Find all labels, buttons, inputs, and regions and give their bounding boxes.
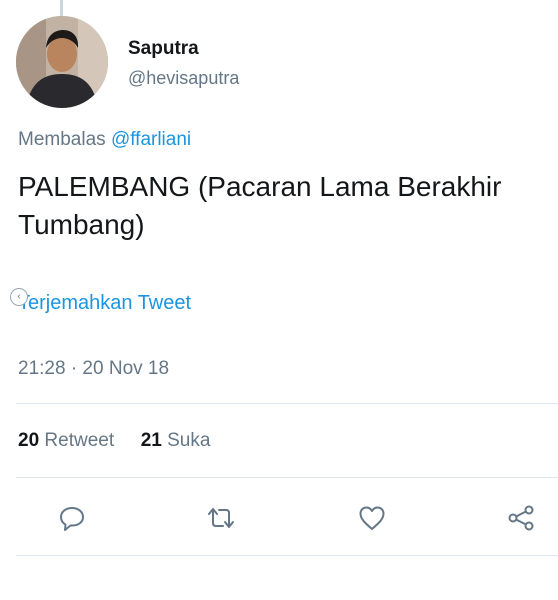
retweets-stat[interactable]: 20 Retweet [18, 430, 119, 451]
retweets-label: Retweet [44, 430, 115, 451]
retweet-icon [208, 508, 234, 528]
tweet-timestamp[interactable]: 21:28 · 20 Nov 18 [18, 358, 169, 380]
reply-prefix: Membalas [18, 129, 106, 150]
heart-icon [359, 506, 385, 530]
tweet-stats: 20 Retweet 21 Suka [18, 430, 210, 452]
share-button[interactable] [503, 500, 539, 536]
retweet-button[interactable] [203, 500, 239, 536]
like-button[interactable] [354, 500, 390, 536]
reply-context: Membalas @ffarliani [18, 129, 191, 151]
tweet-text: PALEMBANG (Pacaran Lama Berakhir Tumbang… [18, 171, 502, 240]
share-icon [508, 505, 534, 531]
author-name[interactable]: Saputra [128, 38, 199, 60]
retweets-count: 20 [18, 430, 40, 451]
reply-icon [60, 507, 84, 531]
divider [16, 403, 558, 404]
divider [16, 555, 558, 556]
reply-to-handle[interactable]: @ffarliani [111, 129, 191, 150]
loading-indicator-icon: ‹ [10, 288, 28, 306]
divider [16, 477, 558, 478]
translate-tweet-link[interactable]: Terjemahkan Tweet [18, 292, 191, 315]
reply-button[interactable] [54, 500, 90, 536]
avatar[interactable] [16, 16, 108, 108]
likes-count: 21 [140, 430, 162, 451]
likes-stat[interactable]: 21 Suka [141, 430, 211, 451]
thread-line [60, 0, 63, 16]
author-handle[interactable]: @hevisaputra [128, 68, 239, 89]
likes-label: Suka [167, 430, 211, 451]
